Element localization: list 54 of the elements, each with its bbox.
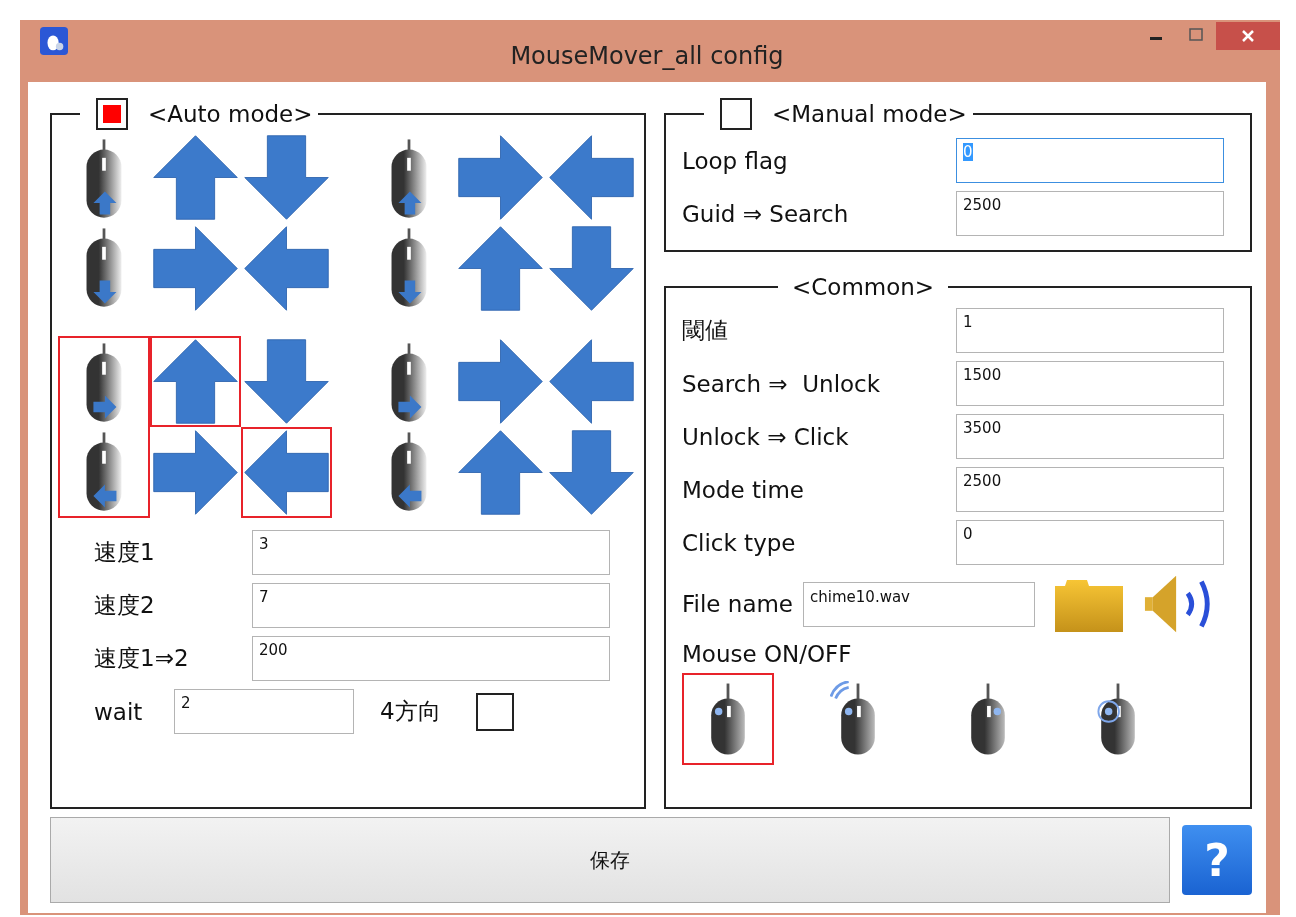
input-field[interactable]: 3 [252,530,610,575]
up-arrow-icon[interactable] [150,336,241,427]
mouse-mode-option[interactable] [682,673,774,765]
panel-title: <Auto mode> [148,101,313,127]
field-label: Loop flag [682,147,788,174]
down-arrow-icon[interactable] [546,427,637,518]
field-label: Click type [682,529,796,556]
app-mouse-icon [40,27,68,55]
down-arrow-icon[interactable] [546,223,637,314]
checkbox[interactable] [720,98,752,130]
panel-title: <Common> [792,274,935,300]
checkbox[interactable] [96,98,128,130]
down-arrow-icon[interactable] [241,336,332,427]
right-arrow-icon[interactable] [455,132,546,223]
left-arrow-icon[interactable] [241,223,332,314]
up-arrow-icon[interactable] [150,132,241,223]
input-field[interactable]: 2 [174,689,354,734]
field-label: 速度1 [94,538,156,567]
up-arrow-icon[interactable] [455,223,546,314]
left-arrow-icon[interactable] [546,336,637,427]
panel-title: <Manual mode> [772,101,967,127]
field-label: Unlock ⇒ Click [682,423,849,450]
right-arrow-icon[interactable] [455,336,546,427]
field-label: Mode time [682,476,804,503]
left-arrow-icon[interactable] [546,132,637,223]
window-title: MouseMover_all config [509,42,785,70]
field-label: wait [94,698,144,725]
input-field[interactable]: 2500 [956,191,1224,236]
field-label: 閾値 [682,316,728,345]
field-label: 速度2 [94,591,156,620]
help-button[interactable]: ? [1182,825,1252,895]
right-arrow-icon[interactable] [150,223,241,314]
input-field[interactable]: 200 [252,636,610,681]
down-arrow-icon[interactable] [241,132,332,223]
input-field[interactable]: 3500 [956,414,1224,459]
field-label: 速度1⇒2 [94,644,190,673]
input-field[interactable]: 0 [956,520,1224,565]
mouse-pair[interactable] [58,336,150,518]
close-icon[interactable] [1216,22,1280,50]
input-field[interactable]: 7 [252,583,610,628]
input-field[interactable]: 1 [956,308,1224,353]
checkbox-label: 4方向 [380,697,442,726]
checkbox[interactable] [476,692,514,731]
section-label: Mouse ON/OFF [682,641,853,667]
field-label: Search ⇒ Unlock [682,370,881,397]
input-field[interactable]: 1500 [956,361,1224,406]
left-arrow-icon[interactable] [241,427,332,518]
input-field[interactable]: chime10.wav [803,581,1036,627]
field-label: File name [682,591,794,617]
up-arrow-icon[interactable] [455,427,546,518]
right-arrow-icon[interactable] [150,427,241,518]
input-field[interactable]: 2500 [956,467,1224,512]
save-button[interactable]: 保存 [50,817,1170,903]
field-label: Guid ⇒ Search [682,200,849,227]
